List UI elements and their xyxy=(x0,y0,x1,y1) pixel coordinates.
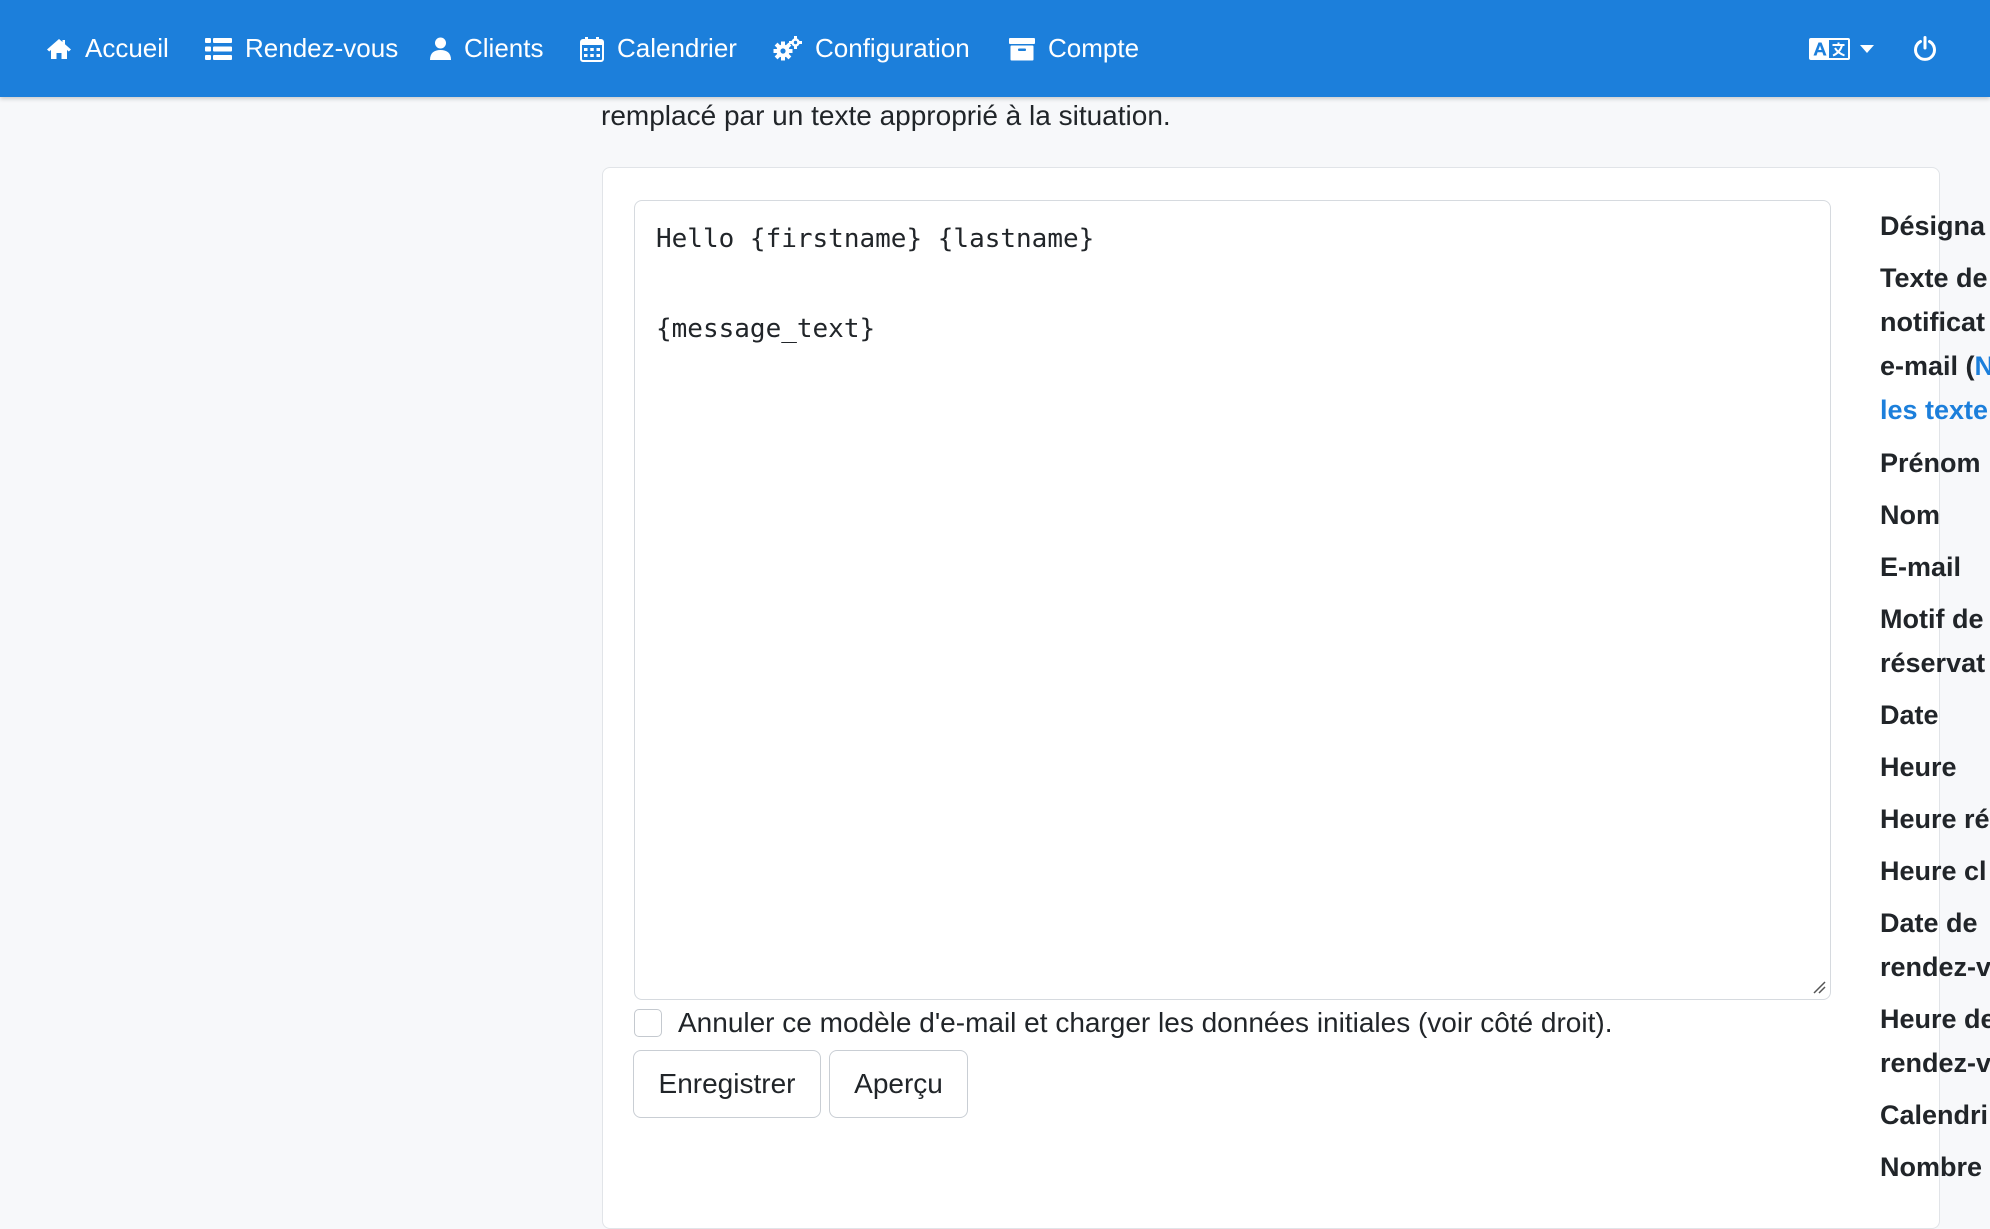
field-date: Date xyxy=(1880,700,1939,730)
nav-calendar-label: Calendrier xyxy=(617,33,737,63)
field-email: E-mail xyxy=(1880,552,1962,582)
field-appointment-date-1: Date de xyxy=(1880,908,1978,938)
field-notification-link-start[interactable]: N xyxy=(1975,351,1990,381)
resize-grip-icon[interactable] xyxy=(1812,980,1826,994)
field-count: Nombre xyxy=(1880,1152,1983,1182)
field-lastname: Nom xyxy=(1880,500,1940,530)
archive-icon xyxy=(1009,37,1035,61)
language-icon xyxy=(1809,37,1850,60)
nav-configuration[interactable]: Configuration xyxy=(773,0,970,97)
field-firstname: Prénom xyxy=(1880,448,1981,478)
power-icon xyxy=(1913,35,1937,62)
field-notification-text-3: e-mail (N xyxy=(1880,344,1990,388)
chevron-down-icon xyxy=(1860,44,1874,53)
intro-text: remplacé par un texte approprié à la sit… xyxy=(601,100,1171,131)
nav-calendar[interactable]: Calendrier xyxy=(580,0,737,97)
template-line-2 xyxy=(656,262,1809,307)
field-time-closing: Heure cl xyxy=(1880,856,1987,886)
field-reason-1: Motif de xyxy=(1880,604,1984,634)
nav-home-label: Accueil xyxy=(85,33,169,63)
reset-template-label[interactable]: Annuler ce modèle d'e-mail et charger le… xyxy=(678,1007,1612,1039)
preview-button[interactable]: Aperçu xyxy=(829,1050,968,1118)
nav-account[interactable]: Compte xyxy=(1009,0,1139,97)
template-line-1: Hello {firstname} {lastname} xyxy=(656,224,1095,254)
field-time: Heure xyxy=(1880,752,1957,782)
field-reason-2: réservat xyxy=(1880,648,1986,678)
logout-button[interactable] xyxy=(1913,0,1937,97)
language-selector[interactable] xyxy=(1809,0,1874,97)
field-calendar: Calendri xyxy=(1880,1100,1989,1130)
calendar-icon xyxy=(580,36,604,62)
top-navbar: Accueil Rendez-vous Clients Calendrier C… xyxy=(0,0,1990,97)
nav-home[interactable]: Accueil xyxy=(46,0,169,97)
nav-account-label: Compte xyxy=(1048,33,1140,63)
nav-configuration-label: Configuration xyxy=(815,33,970,63)
home-icon xyxy=(46,37,72,61)
email-template-textarea[interactable]: Hello {firstname} {lastname} {message_te… xyxy=(634,200,1831,1000)
nav-customers[interactable]: Clients xyxy=(430,0,543,97)
save-button[interactable]: Enregistrer xyxy=(633,1050,821,1118)
reset-template-checkbox[interactable] xyxy=(634,1009,662,1037)
reset-template-row: Annuler ce modèle d'e-mail et charger le… xyxy=(634,1004,1612,1042)
field-designation: Désigna xyxy=(1880,211,1986,241)
field-notification-text-1: Texte de xyxy=(1880,263,1988,293)
nav-customers-label: Clients xyxy=(464,33,544,63)
user-icon xyxy=(430,37,451,61)
field-appointment-time-2: rendez-v xyxy=(1880,1048,1990,1078)
field-time-reserved: Heure ré xyxy=(1880,804,1990,834)
nav-appointments[interactable]: Rendez-vous xyxy=(205,0,398,97)
field-notification-link[interactable]: les texte xyxy=(1880,388,1988,432)
field-appointment-time-1: Heure de xyxy=(1880,1004,1990,1034)
template-line-3: {message_text} xyxy=(656,314,876,344)
field-notification-text-2: notificat xyxy=(1880,307,1985,337)
list-icon xyxy=(205,37,232,61)
cogs-icon xyxy=(773,35,802,62)
nav-appointments-label: Rendez-vous xyxy=(245,33,399,63)
field-appointment-date-2: rendez-v xyxy=(1880,952,1990,982)
placeholder-field-list: Désigna Texte de notificat e-mail (N les… xyxy=(1880,200,1990,1200)
